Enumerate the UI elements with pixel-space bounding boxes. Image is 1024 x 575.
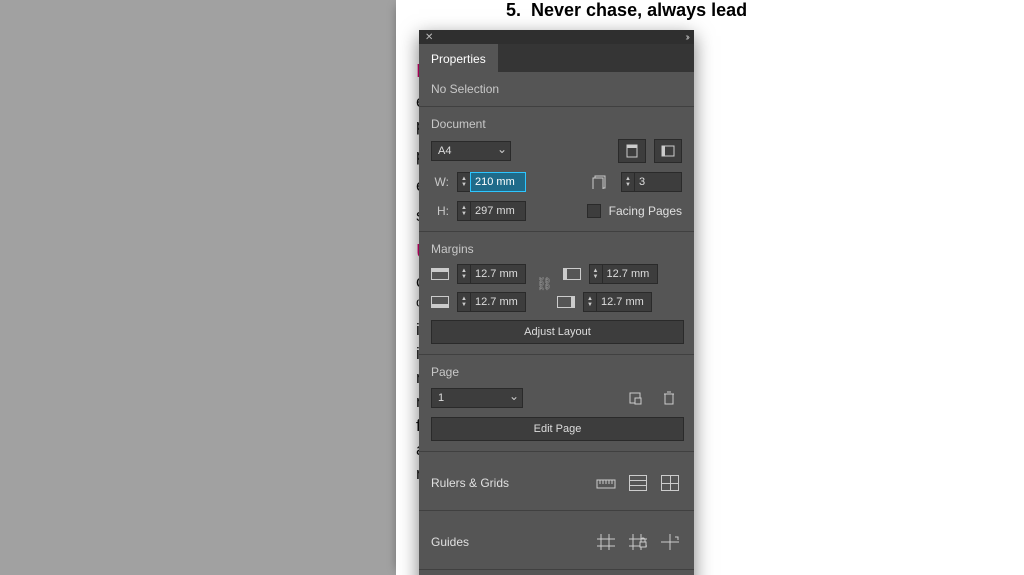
- margin-bottom-stepper[interactable]: ▲▼: [457, 292, 526, 312]
- panel-menu-icon[interactable]: ››: [685, 32, 688, 43]
- section-margins-label: Margins: [431, 242, 682, 256]
- margin-left-stepper[interactable]: ▲▼: [589, 264, 658, 284]
- show-guides-icon[interactable]: [594, 531, 618, 553]
- page-number-select[interactable]: 1: [431, 388, 523, 408]
- height-input[interactable]: [470, 201, 526, 221]
- baseline-grid-icon[interactable]: [626, 472, 650, 494]
- selection-status: No Selection: [431, 82, 682, 96]
- ruler-icon[interactable]: [594, 472, 618, 494]
- edit-page-button[interactable]: Edit Page: [431, 417, 684, 441]
- margin-bottom-icon: [431, 296, 449, 308]
- orientation-portrait-icon[interactable]: [618, 139, 646, 163]
- orientation-landscape-icon[interactable]: [654, 139, 682, 163]
- margin-bottom-input[interactable]: [470, 292, 526, 312]
- adjust-layout-button[interactable]: Adjust Layout: [431, 320, 684, 344]
- margin-top-stepper[interactable]: ▲▼: [457, 264, 526, 284]
- margin-right-input[interactable]: [596, 292, 652, 312]
- pages-icon: [587, 171, 613, 193]
- properties-panel[interactable]: ✕ ›› Properties No Selection Document A4…: [419, 30, 694, 575]
- smart-guides-icon[interactable]: [658, 531, 682, 553]
- list-item-5: 5.Never chase, always lead: [506, 0, 1004, 21]
- panel-tabs: Properties: [419, 44, 694, 72]
- tab-properties[interactable]: Properties: [419, 44, 498, 72]
- width-input[interactable]: [470, 172, 526, 192]
- width-label: W:: [431, 175, 449, 189]
- document-grid-icon[interactable]: [658, 472, 682, 494]
- margin-right-stepper[interactable]: ▲▼: [583, 292, 652, 312]
- height-label: H:: [431, 204, 449, 218]
- margin-top-icon: [431, 268, 449, 280]
- section-rulers-label: Rulers & Grids: [431, 476, 509, 490]
- link-margins-icon[interactable]: ⛓: [534, 276, 555, 292]
- width-stepper[interactable]: ▲▼: [457, 172, 526, 192]
- lock-guides-icon[interactable]: [626, 531, 650, 553]
- pasteboard-area: [0, 0, 396, 575]
- section-page-label: Page: [431, 365, 682, 379]
- pages-input[interactable]: [634, 172, 682, 192]
- panel-close-icon[interactable]: ✕: [425, 32, 433, 43]
- margin-right-icon: [557, 296, 575, 308]
- pages-stepper[interactable]: ▲▼: [621, 172, 682, 192]
- facing-pages-checkbox[interactable]: [587, 204, 601, 218]
- facing-pages-label: Facing Pages: [609, 204, 682, 218]
- panel-titlebar[interactable]: ✕ ››: [419, 30, 694, 44]
- margin-left-icon: [563, 268, 581, 280]
- section-guides-label: Guides: [431, 535, 469, 549]
- delete-page-icon[interactable]: [656, 387, 682, 409]
- page-size-select[interactable]: A4: [431, 141, 511, 161]
- height-stepper[interactable]: ▲▼: [457, 201, 526, 221]
- new-page-icon[interactable]: [622, 387, 648, 409]
- margin-top-input[interactable]: [470, 264, 526, 284]
- section-document-label: Document: [431, 117, 682, 131]
- margin-left-input[interactable]: [602, 264, 658, 284]
